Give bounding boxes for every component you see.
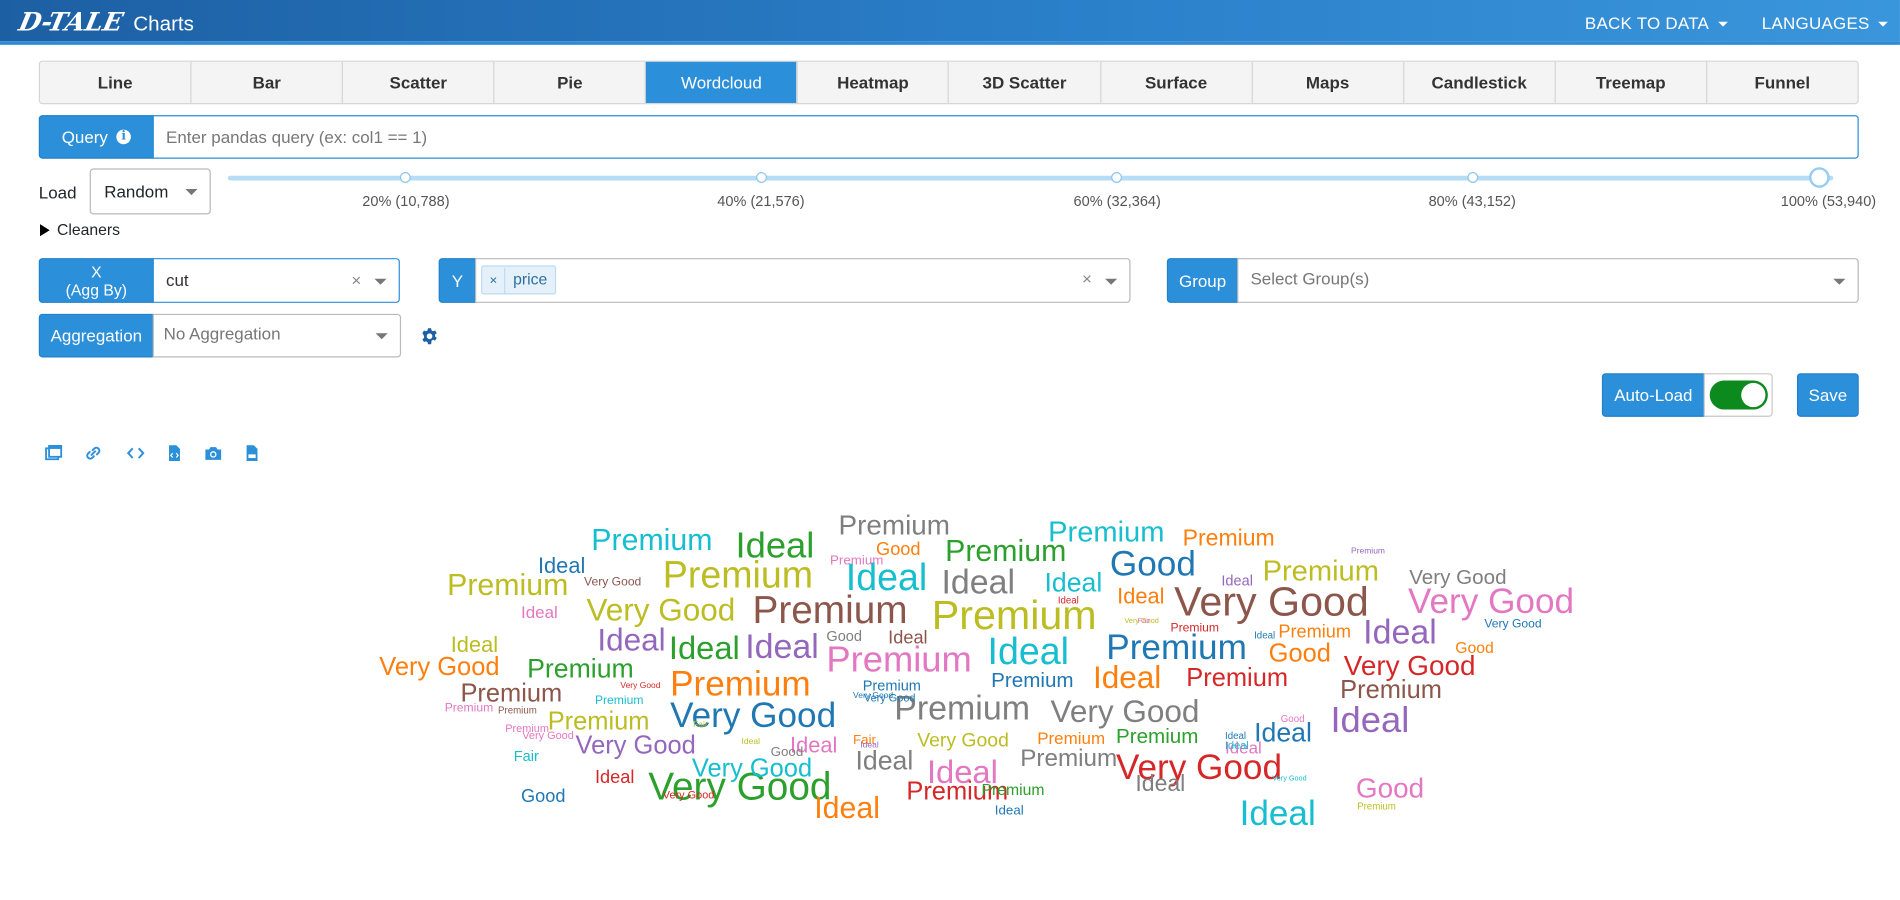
wordcloud-word: Ideal bbox=[741, 737, 760, 747]
wordcloud-word: Good bbox=[1268, 639, 1331, 668]
wordcloud-word: Premium bbox=[444, 701, 494, 715]
wordcloud-word: Premium bbox=[1340, 676, 1442, 704]
wordcloud-word: Ideal bbox=[994, 803, 1024, 818]
wordcloud-word: Very Good bbox=[575, 731, 696, 760]
wordcloud-word: Good bbox=[1355, 771, 1425, 804]
wordcloud-word: Premium bbox=[981, 780, 1045, 799]
wordcloud-word: Very Good bbox=[662, 788, 715, 801]
wordcloud-word: Premium bbox=[1037, 728, 1106, 748]
wordcloud-word: Premium bbox=[1182, 525, 1275, 552]
wordcloud-word: Ideal bbox=[745, 627, 819, 666]
wordcloud-chart: Premium Ideal Premium Premium Premium Ideal Go… bbox=[0, 0, 1900, 899]
wordcloud-word: Premium bbox=[838, 508, 950, 541]
wordcloud-word: Ideal bbox=[594, 767, 635, 788]
wordcloud-word: Very Good bbox=[620, 682, 661, 691]
wordcloud-word: Ideal bbox=[860, 741, 879, 751]
wordcloud-word: Ideal bbox=[1092, 659, 1162, 696]
wordcloud-word: Very Good bbox=[586, 591, 736, 628]
wordcloud-word: Ideal bbox=[1330, 700, 1410, 741]
wordcloud-word: Ideal bbox=[814, 791, 880, 826]
wordcloud-word: Premium bbox=[1115, 724, 1199, 748]
wordcloud-word: Ideal bbox=[987, 630, 1070, 673]
wordcloud-word: Very Good bbox=[379, 653, 500, 681]
wordcloud-word: Very Good bbox=[691, 754, 813, 783]
wordcloud-word: Premium bbox=[1020, 745, 1118, 772]
wordcloud-word: Fair bbox=[513, 747, 539, 765]
wordcloud-word: Good bbox=[521, 786, 566, 807]
wordcloud-word: Premium bbox=[1186, 664, 1289, 692]
wordcloud-word: Premium bbox=[991, 668, 1074, 692]
wordcloud-word: Ideal bbox=[1117, 584, 1165, 609]
wordcloud-word: Ideal bbox=[1363, 613, 1437, 651]
wordcloud-word: Ideal bbox=[668, 630, 740, 667]
wordcloud-word: Ideal bbox=[1135, 771, 1186, 798]
wordcloud-word: Premium bbox=[826, 639, 972, 680]
wordcloud-word: Ideal bbox=[597, 621, 666, 658]
wordcloud-word: Premium bbox=[1278, 621, 1352, 643]
wordcloud-word: Ideal bbox=[1239, 794, 1316, 834]
wordcloud-word: Premium bbox=[1357, 800, 1396, 812]
wordcloud-word: Good bbox=[1280, 713, 1305, 725]
wordcloud-word: Very Good bbox=[1174, 579, 1369, 626]
wordcloud-word: Fair bbox=[693, 720, 708, 730]
wordcloud-word: Premium bbox=[498, 705, 537, 717]
wordcloud-word: Very Good bbox=[1050, 693, 1200, 730]
wordcloud-word: Ideal bbox=[855, 745, 914, 776]
wordcloud-word: Premium bbox=[1351, 547, 1385, 557]
wordcloud-word: Very Good bbox=[1272, 775, 1307, 783]
wordcloud-word: Premium bbox=[505, 722, 549, 735]
wordcloud-word: Fair bbox=[1137, 617, 1151, 626]
wordcloud-word: Premium bbox=[594, 694, 644, 708]
wordcloud-word: Very Good bbox=[917, 730, 1009, 752]
wordcloud-word: Premium bbox=[591, 523, 713, 558]
wordcloud-word: Ideal bbox=[521, 602, 558, 622]
wordcloud-word: Premium bbox=[752, 587, 908, 632]
wordcloud-word: Premium bbox=[527, 653, 634, 684]
wordcloud-word: Good bbox=[1109, 545, 1196, 585]
wordcloud-word: Ideal bbox=[1225, 739, 1249, 752]
wordcloud-word: Very Good bbox=[584, 575, 642, 589]
wordcloud-word: Premium bbox=[447, 568, 569, 603]
wordcloud-word: Very Good bbox=[1484, 617, 1542, 632]
wordcloud-word: Very Good bbox=[863, 691, 916, 704]
